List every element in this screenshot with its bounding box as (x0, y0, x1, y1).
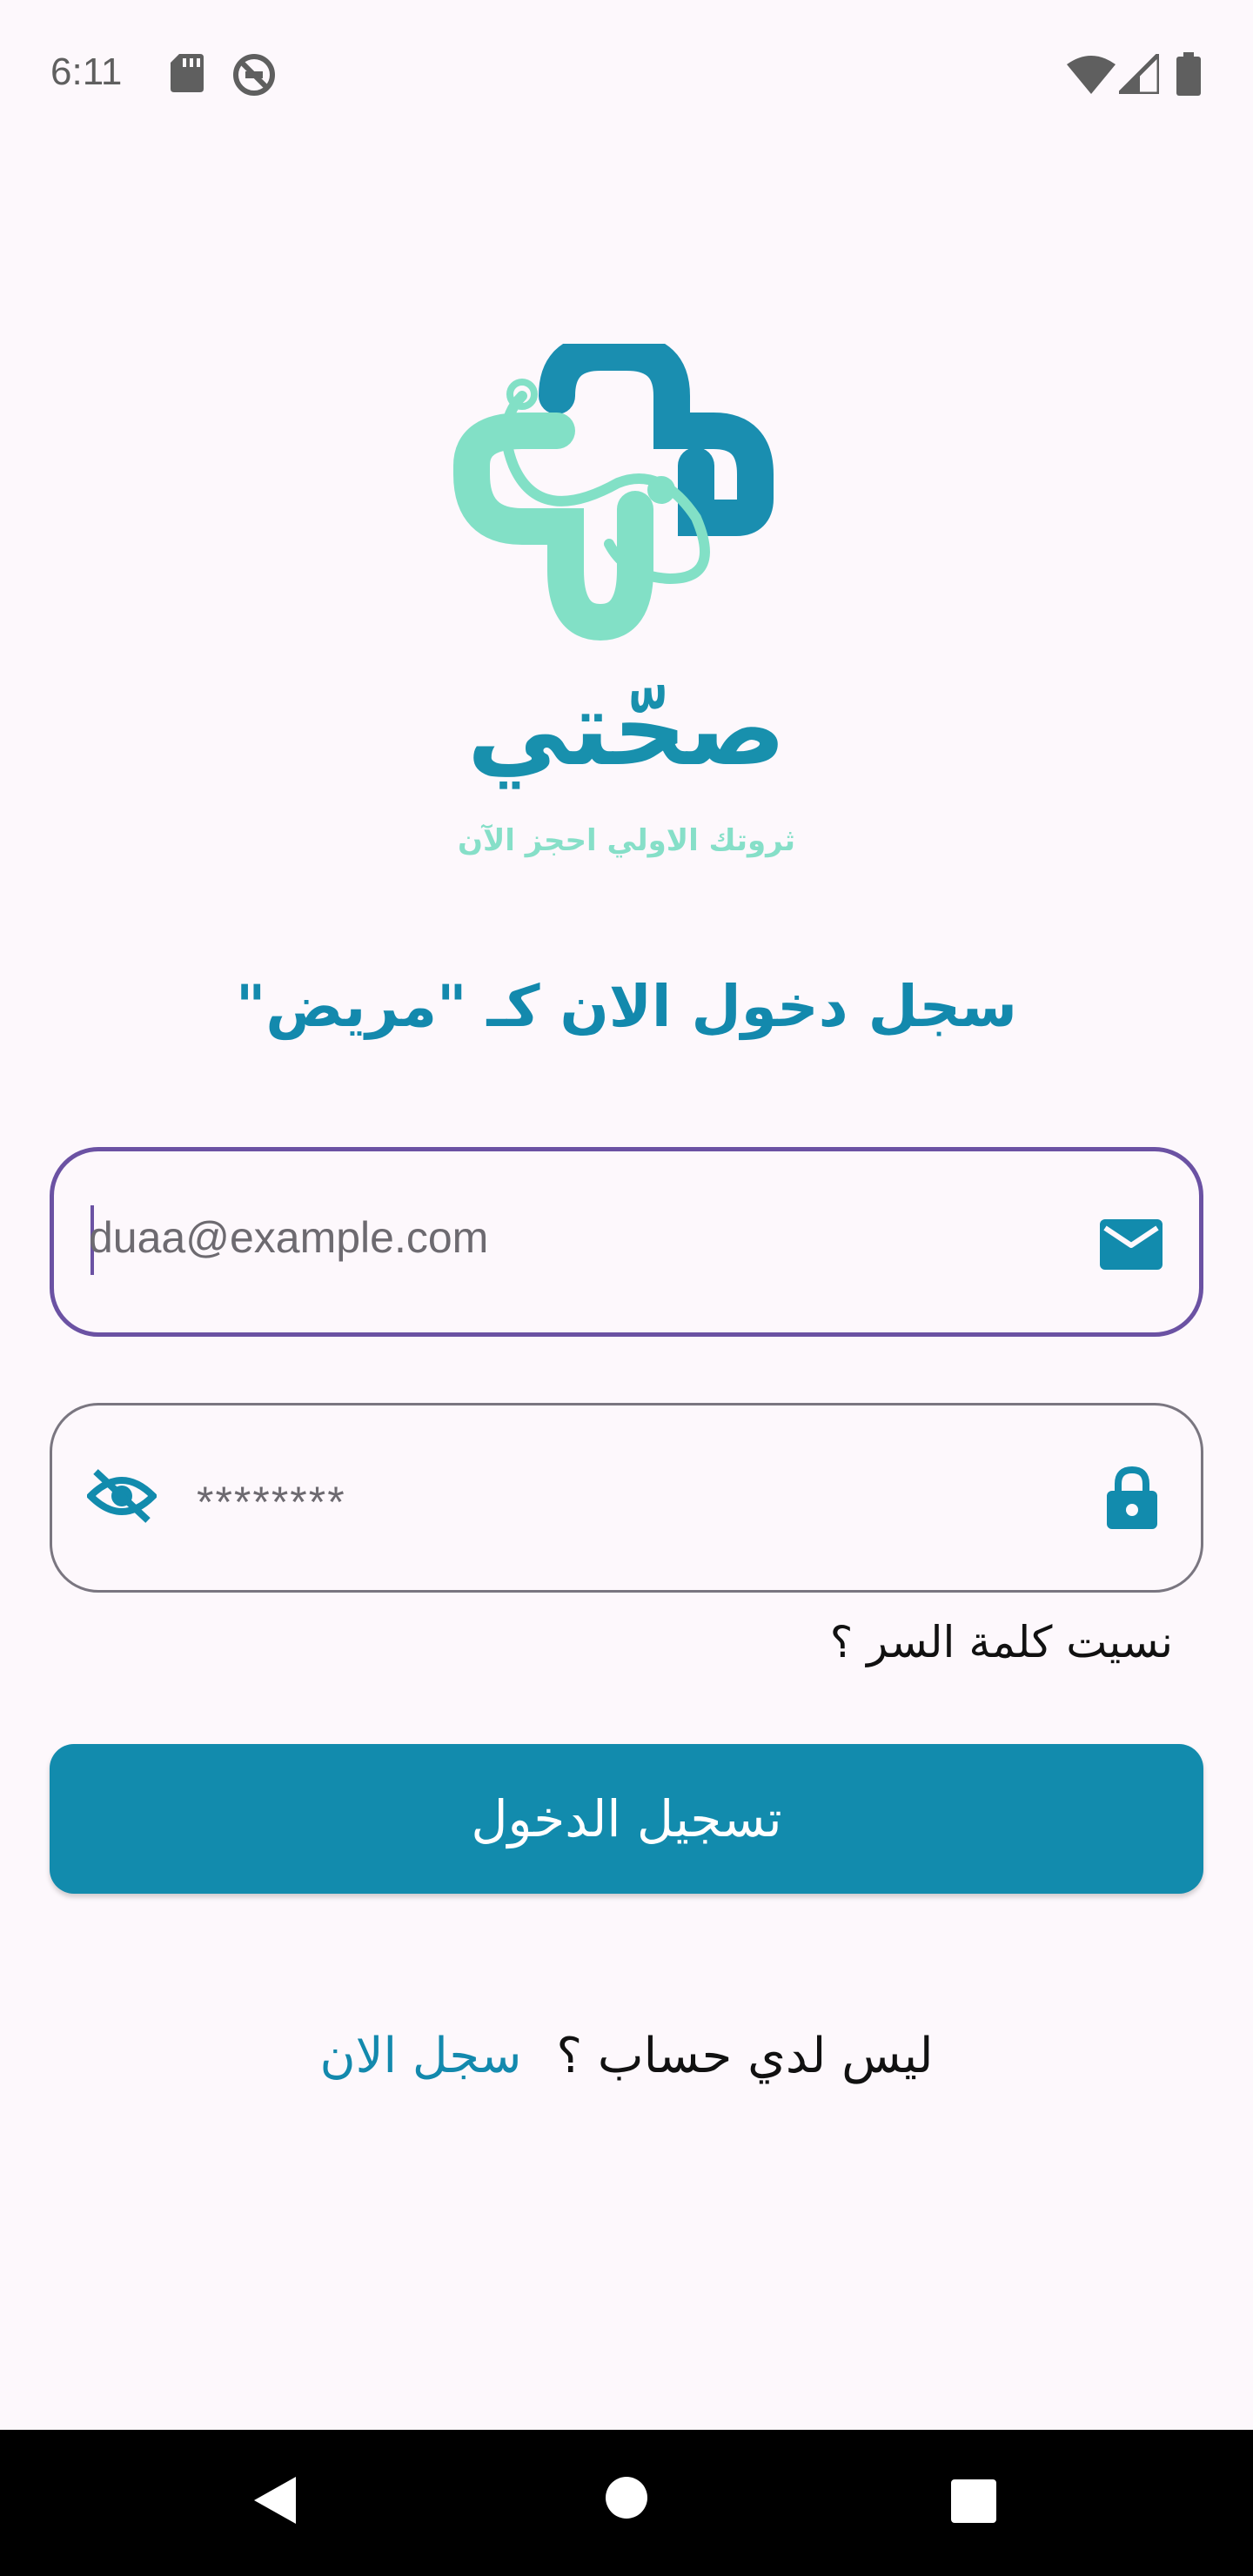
password-input-value[interactable]: ******** (197, 1477, 346, 1527)
no-account-text: ليس لدي حساب ؟ (556, 2028, 934, 2084)
do-not-disturb-icon (231, 52, 277, 101)
email-field[interactable]: duaa@example.com (50, 1147, 1203, 1337)
wifi-icon (1067, 56, 1116, 97)
lock-icon (1107, 1466, 1157, 1533)
home-icon[interactable] (604, 2475, 649, 2524)
brand-name: صحّتي (466, 668, 787, 788)
page-title: سجل دخول الان كـ "مريض" (236, 973, 1017, 1040)
visibility-off-icon[interactable] (85, 1468, 158, 1527)
login-button[interactable]: تسجيل الدخول (50, 1744, 1203, 1894)
status-time: 6:11 (50, 50, 123, 93)
forgot-password-link[interactable]: نسيت كلمة السر ؟ (830, 1617, 1173, 1667)
sd-card-icon (171, 54, 204, 96)
battery-icon (1176, 52, 1201, 99)
signal-icon (1113, 48, 1162, 97)
email-input-value[interactable]: duaa@example.com (89, 1212, 488, 1263)
app-logo (435, 334, 801, 657)
password-field[interactable]: ******** (50, 1403, 1203, 1593)
signup-row: ليس لدي حساب ؟ سجل الان (0, 2028, 1253, 2084)
navigation-bar (0, 2430, 1253, 2576)
recents-icon[interactable] (950, 2479, 997, 2527)
back-icon[interactable] (251, 2473, 299, 2531)
status-bar: 6:11 (0, 0, 1253, 148)
mail-icon (1100, 1219, 1163, 1273)
signup-link[interactable]: سجل الان (319, 2028, 521, 2084)
brand-tagline: ثروتك الاولي احجز الآن (457, 823, 796, 858)
